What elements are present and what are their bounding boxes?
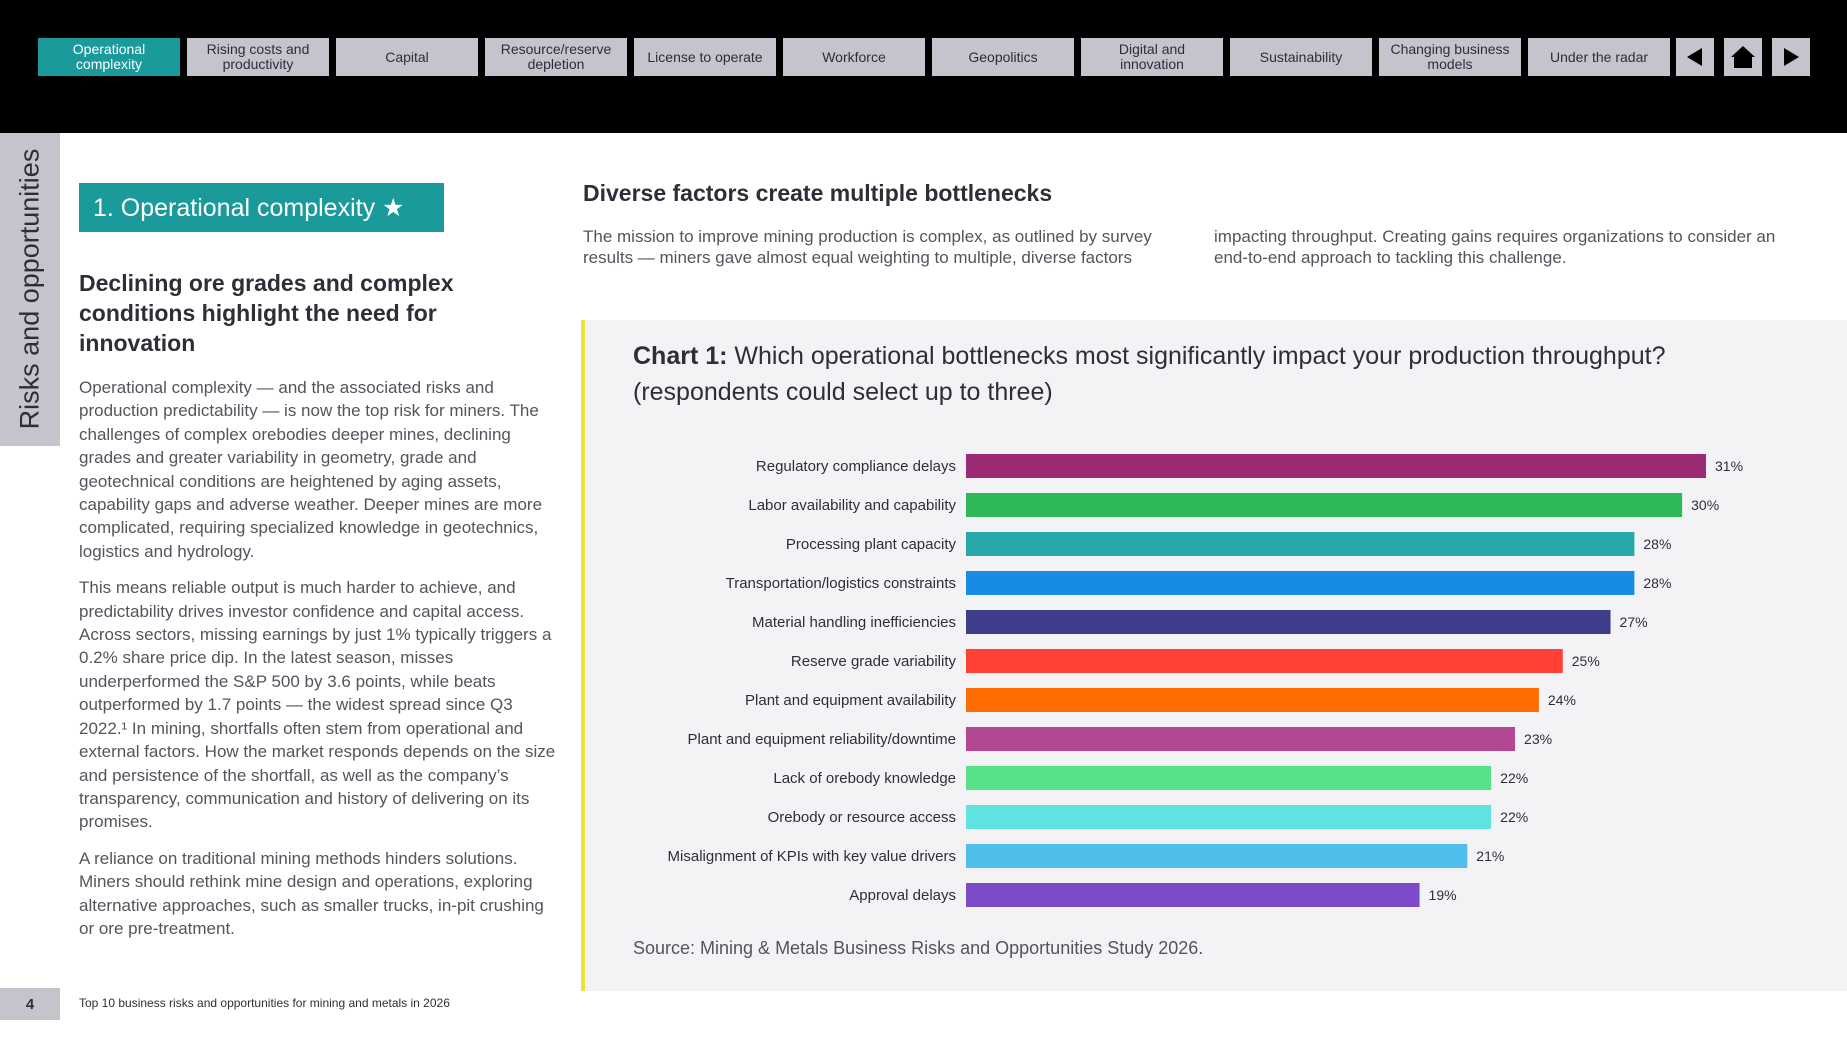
previous-button[interactable] [1676,38,1714,76]
body-paragraph: A reliance on traditional mining methods… [79,848,544,938]
body-paragraph: This means reliable output is much harde… [79,578,556,832]
sidebar-label: Risks and opportunities [14,148,45,430]
chart-panel-accent-rule [581,320,585,991]
category-label: Transportation/logistics constraints [726,575,956,592]
value-label: 24% [1548,692,1576,708]
next-icon [1784,48,1799,66]
bar [966,883,1420,907]
value-label: 27% [1620,614,1648,630]
chart-source: Source: Mining & Metals Business Risks a… [633,938,1204,958]
category-label: Reserve grade variability [791,653,957,670]
topic-tabs: Operational complexity Rising costs and p… [38,38,1677,76]
tab-digital-and-innovation[interactable]: Digital and innovation [1081,38,1223,76]
tab-under-the-radar[interactable]: Under the radar [1528,38,1670,76]
value-label: 25% [1572,653,1600,669]
category-label: Misalignment of KPIs with key value driv… [668,848,956,865]
category-label: Plant and equipment availability [745,692,956,709]
tab-rising-costs-and-productivity[interactable]: Rising costs and productivity [187,38,329,76]
bar [966,532,1635,556]
tab-changing-business-models[interactable]: Changing business models [1379,38,1521,76]
value-label: 22% [1500,770,1528,786]
bar-chart: Regulatory compliance delays 31% Labor ava… [668,454,1743,907]
bar [966,454,1706,478]
category-label: Labor availability and capability [748,497,956,514]
section-title: 1. Operational complexity ★ [79,183,444,232]
value-label: 30% [1691,497,1719,513]
next-button[interactable] [1772,38,1810,76]
chart-title: Chart 1: Which operational bottlenecks m… [633,338,1813,410]
tab-operational-complexity[interactable]: Operational complexity [38,38,180,76]
bar [966,805,1492,829]
bar [966,844,1468,868]
category-label: Approval delays [849,887,956,904]
bar [966,766,1492,790]
category-label: Regulatory compliance delays [756,458,956,475]
value-label: 23% [1524,731,1552,747]
category-label: Lack of orebody knowledge [773,770,956,787]
nav-buttons [1676,38,1820,76]
category-label: Orebody or resource access [768,809,956,826]
chart-title-prefix: Chart 1: [633,342,728,370]
category-label: Material handling inefficiencies [752,614,956,631]
tab-sustainability[interactable]: Sustainability [1230,38,1372,76]
bar [966,571,1635,595]
body-paragraph: Operational complexity — and the associa… [79,378,543,561]
bar [966,649,1563,673]
home-icon [1731,46,1755,68]
tab-license-to-operate[interactable]: License to operate [634,38,776,76]
tab-workforce[interactable]: Workforce [783,38,925,76]
right-heading: Diverse factors create multiple bottlene… [583,180,1053,206]
left-subheading: Declining ore grades and complex conditi… [79,270,454,356]
bar [966,610,1611,634]
category-label: Processing plant capacity [786,536,957,553]
tab-geopolitics[interactable]: Geopolitics [932,38,1074,76]
section-sidebar: Risks and opportunities [0,133,60,446]
intro-column-2: impacting throughput. Creating gains req… [1214,227,1776,267]
bar [966,688,1539,712]
bar [966,493,1683,517]
home-button[interactable] [1724,38,1762,76]
value-label: 21% [1476,848,1504,864]
value-label: 28% [1643,575,1671,591]
intro-column-1: The mission to improve mining production… [583,227,1152,267]
page-number: 4 [0,988,60,1020]
tab-capital[interactable]: Capital [336,38,478,76]
value-label: 31% [1715,458,1743,474]
previous-icon [1687,48,1702,66]
bar [966,727,1516,751]
value-label: 28% [1643,536,1671,552]
value-label: 22% [1500,809,1528,825]
footer-title: Top 10 business risks and opportunities … [79,996,450,1010]
value-label: 19% [1429,887,1457,903]
chart-title-text: Which operational bottlenecks most signi… [633,342,1666,406]
top-navigation-bar: Operational complexity Rising costs and p… [0,0,1847,133]
left-body: Operational complexity — and the associa… [79,376,559,953]
tab-resource-reserve-depletion[interactable]: Resource/reserve depletion [485,38,627,76]
category-label: Plant and equipment reliability/downtime [688,731,956,748]
